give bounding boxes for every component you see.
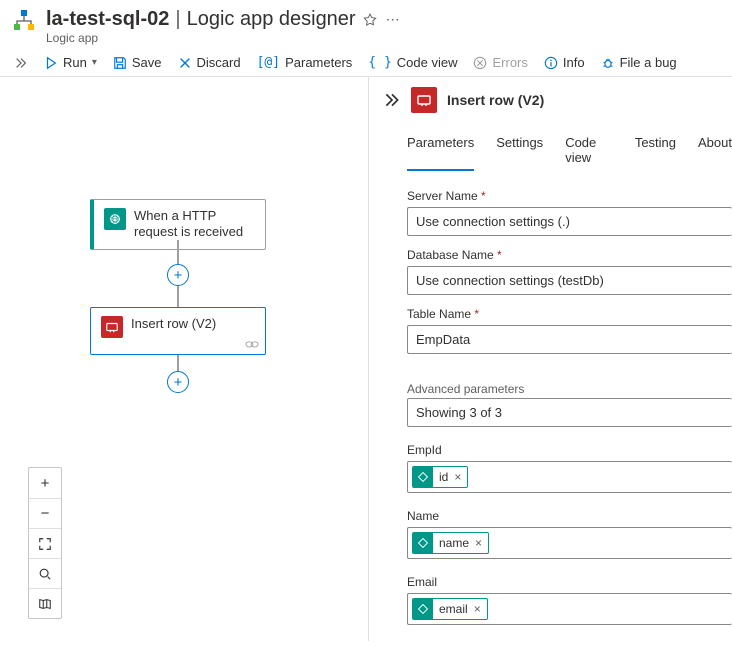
email-input[interactable]: email × (407, 593, 732, 625)
trigger-node-label: When a HTTP request is received (134, 208, 255, 241)
tab-settings[interactable]: Settings (496, 135, 543, 171)
connection-indicator-icon (245, 340, 259, 350)
file-a-bug-button[interactable]: File a bug (601, 55, 677, 70)
sql-connector-icon (411, 87, 437, 113)
chevron-down-icon: ▾ (92, 57, 97, 68)
tab-code-view[interactable]: Code view (565, 135, 613, 171)
add-step-button[interactable]: + (167, 264, 189, 286)
zoom-in-button[interactable]: + (29, 468, 61, 498)
tab-testing[interactable]: Testing (635, 135, 676, 171)
token-email[interactable]: email × (412, 598, 488, 620)
parameters-label: Parameters (285, 55, 352, 70)
code-view-label: Code view (397, 55, 458, 70)
minimap-button[interactable] (29, 588, 61, 618)
info-button[interactable]: Info (544, 55, 585, 70)
email-label: Email (407, 575, 732, 589)
parameters-button[interactable]: [@] Parameters (257, 55, 353, 70)
token-id[interactable]: id × (412, 466, 468, 488)
name-input[interactable]: name × (407, 527, 732, 559)
breadcrumb-subtitle: Logic app (46, 31, 720, 45)
title-separator: | (175, 8, 180, 31)
remove-token-icon[interactable]: × (472, 602, 487, 616)
page-title: Logic app designer (187, 8, 356, 31)
run-label: Run (63, 55, 87, 70)
errors-button[interactable]: Errors (473, 55, 527, 70)
table-name-input[interactable]: EmpData (407, 325, 732, 354)
app-name: la-test-sql-02 (46, 8, 169, 31)
designer-canvas[interactable]: When a HTTP request is received + Insert… (0, 77, 368, 641)
table-name-label: Table Name (407, 307, 732, 321)
advanced-parameters-dropdown[interactable]: Showing 3 of 3 (407, 398, 732, 427)
server-name-input[interactable]: Use connection settings (.) (407, 207, 732, 236)
action-node-selected[interactable]: Insert row (V2) (90, 307, 266, 355)
save-label: Save (132, 55, 162, 70)
token-name[interactable]: name × (412, 532, 489, 554)
add-step-button[interactable]: + (167, 371, 189, 393)
remove-token-icon[interactable]: × (473, 536, 488, 550)
http-trigger-icon (104, 208, 126, 230)
dynamic-content-icon (413, 599, 433, 619)
tab-parameters[interactable]: Parameters (407, 135, 474, 171)
action-node-label: Insert row (V2) (131, 316, 216, 332)
panel-title: Insert row (V2) (447, 92, 544, 108)
dynamic-content-icon (413, 467, 433, 487)
database-name-input[interactable]: Use connection settings (testDb) (407, 266, 732, 295)
file-a-bug-label: File a bug (620, 55, 677, 70)
advanced-parameters-label: Advanced parameters (407, 382, 732, 396)
sql-action-icon (101, 316, 123, 338)
collapse-panel-icon[interactable] (383, 91, 401, 109)
toolbar-expand-icon[interactable] (14, 56, 28, 70)
more-menu-icon[interactable]: ⋯ (384, 11, 402, 28)
zoom-toolbar: + − (28, 467, 62, 619)
errors-label: Errors (492, 55, 527, 70)
info-label: Info (563, 55, 585, 70)
remove-token-icon[interactable]: × (452, 470, 467, 484)
run-button[interactable]: Run ▾ (44, 55, 97, 70)
empid-label: EmpId (407, 443, 732, 457)
fit-to-screen-button[interactable] (29, 528, 61, 558)
discard-button[interactable]: Discard (178, 55, 241, 70)
server-name-label: Server Name (407, 189, 732, 203)
favorite-star-icon[interactable] (362, 12, 378, 28)
code-view-button[interactable]: { } Code view (368, 55, 457, 70)
zoom-out-button[interactable]: − (29, 498, 61, 528)
name-label: Name (407, 509, 732, 523)
empid-input[interactable]: id × (407, 461, 732, 493)
logic-app-icon (12, 8, 36, 32)
search-canvas-button[interactable] (29, 558, 61, 588)
discard-label: Discard (197, 55, 241, 70)
dynamic-content-icon (413, 533, 433, 553)
save-button[interactable]: Save (113, 55, 162, 70)
database-name-label: Database Name (407, 248, 732, 262)
tab-about[interactable]: About (698, 135, 732, 171)
